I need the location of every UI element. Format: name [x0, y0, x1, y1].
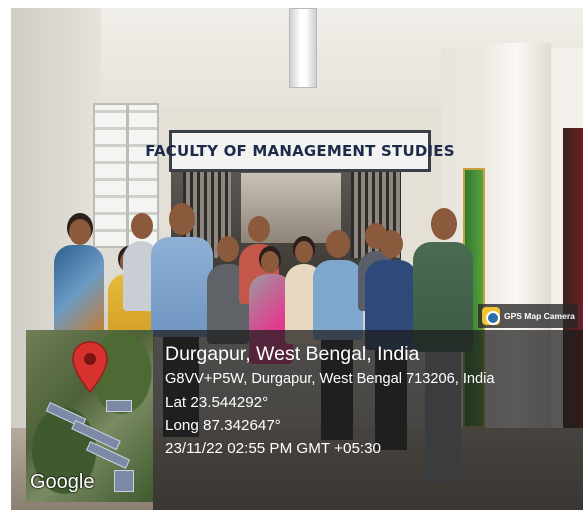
longitude-line: Long 87.342647°: [165, 417, 281, 434]
map-thumbnail: Google: [26, 330, 153, 502]
geo-info-panel: Durgapur, West Bengal, India G8VV+P5W, D…: [153, 330, 583, 510]
datetime-line: 23/11/22 02:55 PM GMT +05:30: [165, 440, 381, 457]
sign-text: FACULTY OF MANAGEMENT STUDIES: [145, 142, 455, 160]
address-line: G8VV+P5W, Durgapur, West Bengal 713206, …: [165, 371, 495, 387]
gps-camera-badge: GPS Map Camera: [478, 304, 578, 328]
gps-camera-label: GPS Map Camera: [504, 311, 575, 321]
google-logo: Google: [30, 471, 95, 493]
group-photo: FACULTY OF MANAGEMENT STUDIES GPS Map Ca…: [11, 8, 583, 510]
gps-map-camera-icon: [482, 307, 500, 325]
ceiling-light: [289, 8, 317, 88]
department-sign: FACULTY OF MANAGEMENT STUDIES: [145, 130, 455, 172]
location-title: Durgapur, West Bengal, India: [165, 343, 420, 365]
latitude-line: Lat 23.544292°: [165, 394, 269, 411]
location-pin-icon: [72, 341, 108, 394]
